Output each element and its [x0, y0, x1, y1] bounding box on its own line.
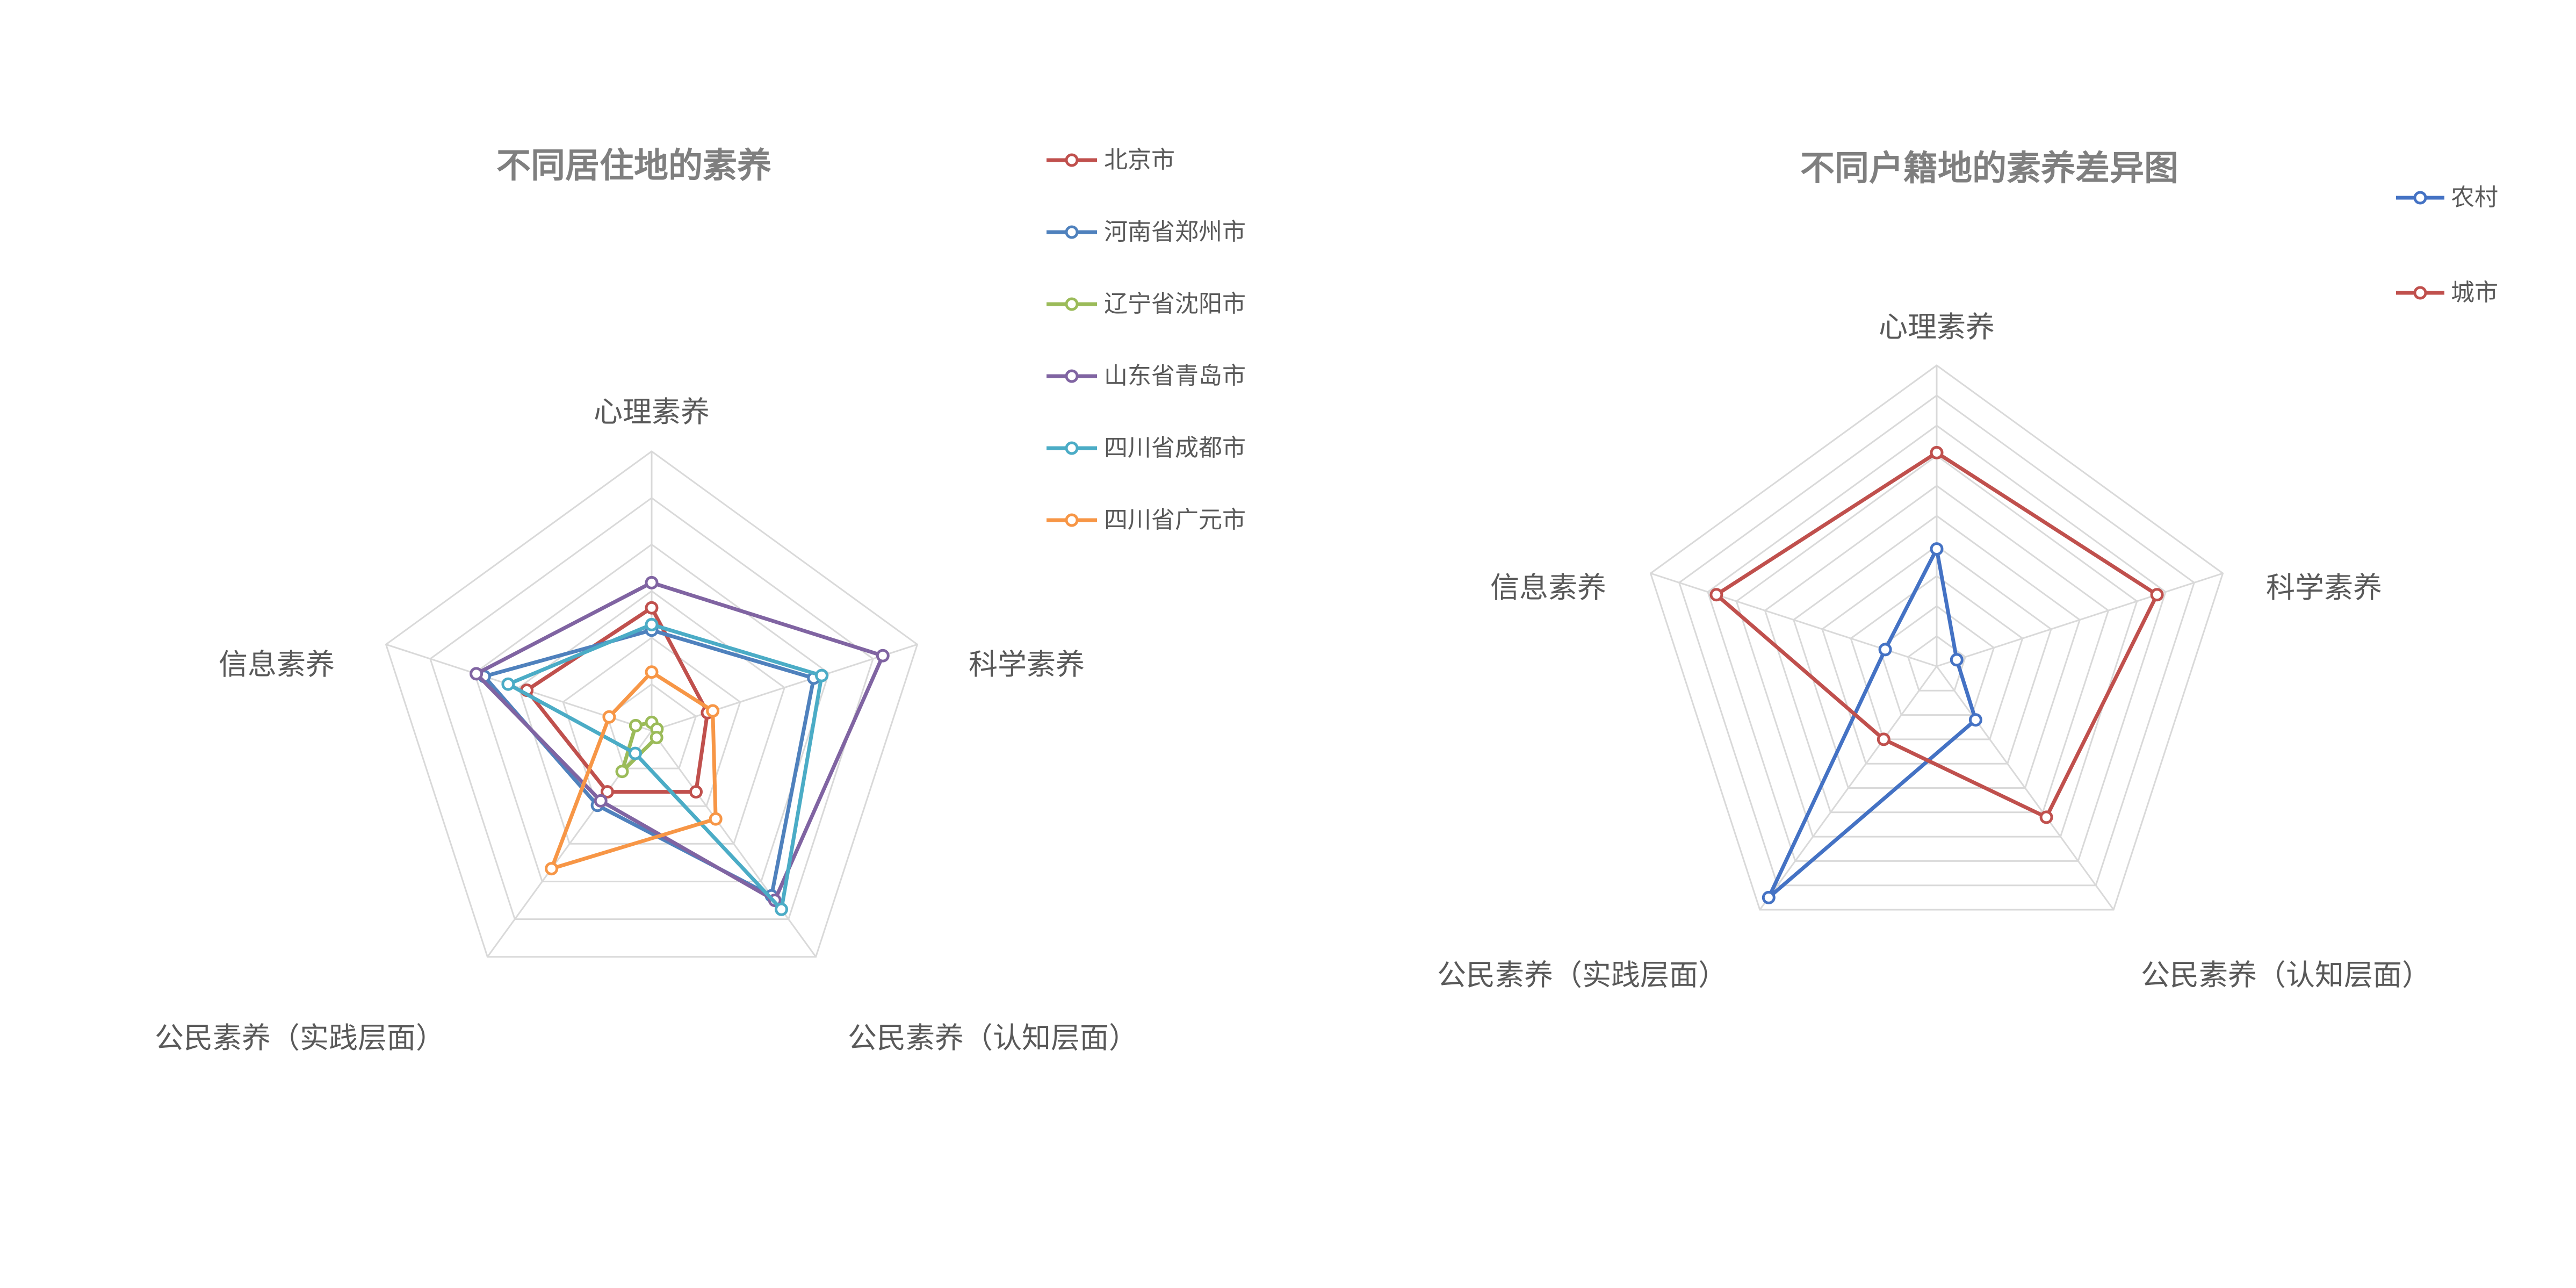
- chart-title: 不同居住地的素养: [496, 146, 771, 186]
- radar-series: [470, 575, 890, 916]
- data-point[interactable]: [645, 617, 659, 631]
- data-point[interactable]: [1930, 542, 1944, 556]
- radar-grid: [385, 450, 919, 958]
- data-point[interactable]: [706, 704, 720, 718]
- legend-item-rural[interactable]: 农村: [2396, 184, 2498, 211]
- axis-label-science: 科学素养: [969, 647, 1085, 681]
- legend-item-urban[interactable]: 城市: [2396, 279, 2498, 306]
- data-point[interactable]: [602, 710, 616, 724]
- legend: 农村 城市: [2396, 184, 2498, 306]
- legend-item-beijing[interactable]: 北京市: [1047, 146, 1175, 174]
- axis-label-information: 信息素养: [219, 647, 335, 681]
- series-line: [1766, 547, 1978, 900]
- axis-label-civic-practice: 公民素养（实践层面）: [1437, 958, 1727, 992]
- data-point[interactable]: [1877, 732, 1890, 746]
- legend-label: 山东省青岛市: [1104, 362, 1246, 390]
- data-point[interactable]: [2150, 588, 2164, 602]
- chart-title: 不同户籍地的素养差异图: [1800, 149, 2178, 189]
- axis-label-psychological: 心理素养: [1879, 310, 1995, 344]
- data-point[interactable]: [594, 794, 608, 808]
- legend-label: 河南省郑州市: [1104, 218, 1246, 246]
- legend-label: 农村: [2451, 184, 2498, 211]
- data-point[interactable]: [629, 718, 643, 732]
- axis-label-science: 科学素养: [2266, 571, 2382, 605]
- legend-item-zhengzhou[interactable]: 河南省郑州市: [1047, 218, 1246, 246]
- series-line: [474, 580, 885, 902]
- chart-canvas: 不同居住地的素养 心理素养 科学素养 公民素养（认知层面） 公民素养（实践层面）…: [155, 146, 2498, 1055]
- axis-spoke: [1650, 572, 1937, 667]
- series-line: [550, 670, 718, 871]
- data-point[interactable]: [615, 765, 629, 779]
- data-point[interactable]: [815, 668, 828, 682]
- data-point[interactable]: [645, 665, 659, 679]
- legend-label: 四川省成都市: [1104, 434, 1246, 462]
- data-point[interactable]: [545, 862, 559, 876]
- series-0: [1762, 542, 1982, 904]
- radar-chart-household: 不同户籍地的素养差异图 心理素养 科学素养 公民素养（认知层面） 公民素养（实践…: [1437, 149, 2498, 992]
- axis-label-psychological: 心理素养: [594, 395, 710, 429]
- legend-label: 辽宁省沈阳市: [1104, 290, 1246, 318]
- legend-label: 四川省广元市: [1104, 506, 1246, 534]
- data-point[interactable]: [876, 649, 890, 663]
- axis-label-civic-cognitive: 公民素养（认知层面）: [2141, 958, 2431, 992]
- data-point[interactable]: [775, 902, 788, 916]
- data-point[interactable]: [1878, 643, 1892, 657]
- legend: 北京市 河南省郑州市 辽宁省沈阳市 山东省青岛市 四川省成都市 四川省广元市: [1047, 146, 1246, 534]
- data-point[interactable]: [470, 667, 484, 681]
- data-point[interactable]: [628, 746, 642, 760]
- data-point[interactable]: [709, 812, 723, 826]
- legend-label: 北京市: [1104, 146, 1175, 174]
- legend-item-guangyuan[interactable]: 四川省广元市: [1047, 506, 1246, 534]
- data-point[interactable]: [1950, 653, 1964, 667]
- data-point[interactable]: [1709, 588, 1723, 602]
- legend-item-qingdao[interactable]: 山东省青岛市: [1047, 362, 1246, 390]
- axis-label-information: 信息素养: [1490, 571, 1606, 605]
- data-point[interactable]: [1968, 713, 1982, 727]
- data-point[interactable]: [1930, 445, 1944, 459]
- axis-label-civic-cognitive: 公民素养（认知层面）: [848, 1021, 1138, 1055]
- data-point[interactable]: [645, 575, 659, 589]
- data-point[interactable]: [645, 601, 659, 615]
- radar-chart-residence: 不同居住地的素养 心理素养 科学素养 公民素养（认知层面） 公民素养（实践层面）…: [155, 146, 1246, 1055]
- legend-item-chengdu[interactable]: 四川省成都市: [1047, 434, 1246, 462]
- data-point[interactable]: [650, 731, 663, 745]
- legend-label: 城市: [2451, 279, 2498, 306]
- data-point[interactable]: [501, 677, 515, 691]
- data-point[interactable]: [689, 785, 703, 799]
- axis-spoke: [1936, 572, 2224, 667]
- legend-item-shenyang[interactable]: 辽宁省沈阳市: [1047, 290, 1246, 318]
- data-point[interactable]: [1762, 890, 1776, 904]
- data-point[interactable]: [2039, 810, 2053, 824]
- axis-label-civic-practice: 公民素养（实践层面）: [155, 1021, 445, 1055]
